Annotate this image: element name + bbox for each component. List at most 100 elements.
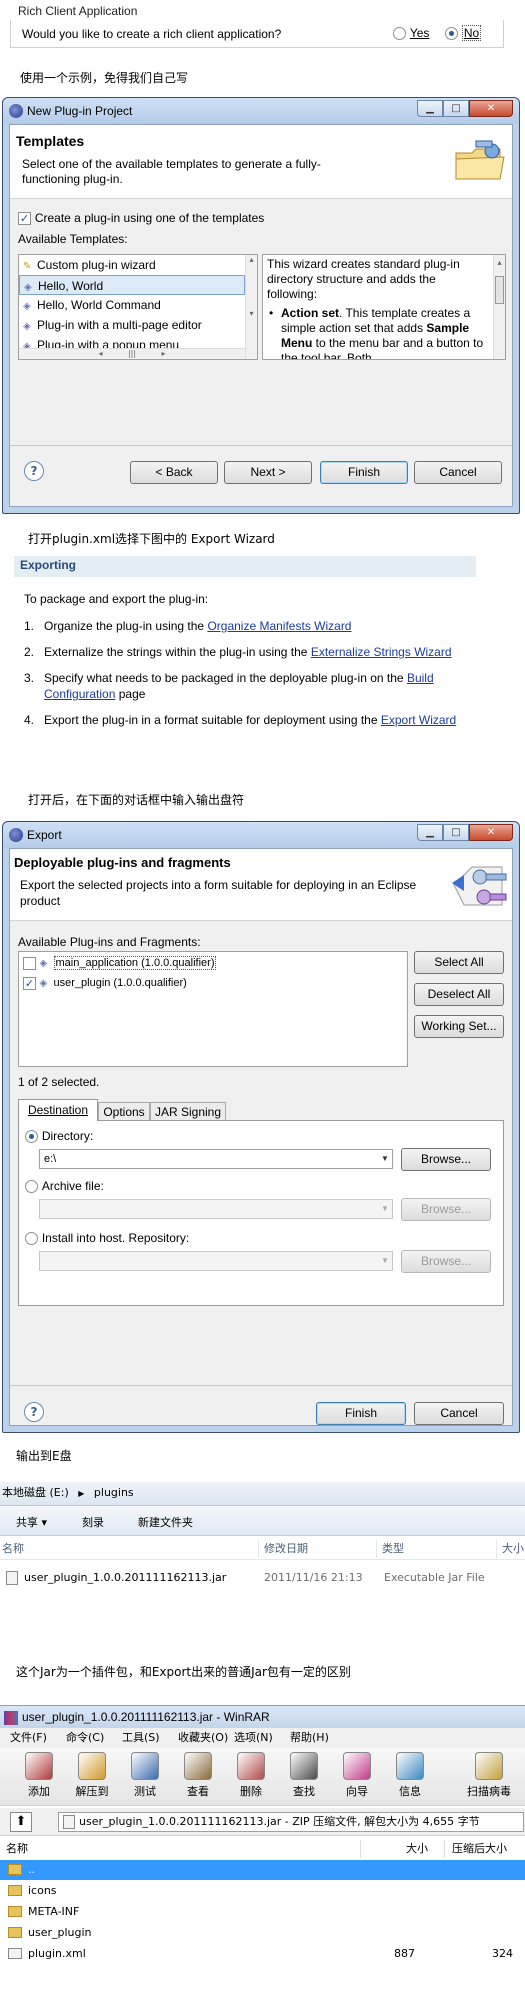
step-link[interactable]: Export Wizard <box>381 713 456 727</box>
install-radio[interactable]: Install into host. Repository: <box>25 1231 189 1245</box>
template-item[interactable]: ◈ Hello, World <box>19 275 245 295</box>
plugin-checkbox[interactable]: ✓ <box>23 976 36 990</box>
file-row[interactable]: user_plugin_1.0.0.201111162113.jar 2011/… <box>0 1568 525 1588</box>
col-size[interactable]: 大小 <box>406 1838 428 1860</box>
menu-item[interactable]: 帮助(H) <box>290 1728 329 1748</box>
directory-combo[interactable]: e:\ ▼ <box>39 1149 393 1169</box>
directory-browse-button[interactable]: Browse... <box>401 1148 491 1171</box>
help-icon[interactable]: ? <box>24 1402 44 1422</box>
zip-icon <box>63 1815 75 1829</box>
archive-browse-button[interactable]: Browse... <box>401 1198 491 1221</box>
table-row[interactable]: user_plugin <box>0 1923 525 1943</box>
deselect-all-button[interactable]: Deselect All <box>414 983 504 1006</box>
export-finish-button[interactable]: Finish <box>316 1402 406 1425</box>
view-icon <box>184 1752 212 1780</box>
toolbar-button[interactable]: 解压到 <box>67 1752 117 1802</box>
archive-combo[interactable]: ▼ <box>39 1199 393 1219</box>
exporting-step: 3. Specify what needs to be packaged in t… <box>24 671 434 701</box>
templates-vscroll[interactable]: ▴ ▾ <box>245 255 257 359</box>
table-row[interactable]: META-INF <box>0 1902 525 1922</box>
up-folder-button[interactable]: ⬆ <box>10 1812 32 1832</box>
select-all-button[interactable]: Select All <box>414 951 504 974</box>
winrar-column-headers: 名称 大小 压缩后大小 <box>0 1838 525 1860</box>
rcp-group: Rich Client Application Would you like t… <box>8 2 508 54</box>
plugin-checkbox[interactable] <box>23 956 36 970</box>
tab-destination[interactable]: Destination <box>18 1099 98 1121</box>
address-drive[interactable]: 本地磁盘 (E:) <box>2 1486 69 1499</box>
toolbar-button[interactable]: 信息 <box>385 1752 435 1802</box>
directory-radio[interactable]: Directory: <box>25 1129 93 1143</box>
menu-item[interactable]: 收藏夹(O) <box>178 1728 228 1748</box>
plugin-row[interactable]: ◈ main_application (1.0.0.qualifier) <box>23 956 217 970</box>
table-row[interactable]: plugin.xml 887 324 <box>0 1944 525 1964</box>
templates-list[interactable]: ✎ Custom plug-in wizard ◈ Hello, World ◈ Hell… <box>18 254 258 360</box>
export-titlebar: Export ▁ □ ✕ <box>3 822 519 848</box>
menu-item[interactable]: 工具(S) <box>122 1728 160 1748</box>
toolbar-button[interactable]: 查看 <box>173 1752 223 1802</box>
toolbar-button[interactable]: 添加 <box>14 1752 64 1802</box>
toolbar-button[interactable]: 向导 <box>332 1752 382 1802</box>
col-packed[interactable]: 压缩后大小 <box>452 1838 507 1860</box>
export-header: Deployable plug-ins and fragments Export… <box>10 849 512 921</box>
file-name: user_plugin_1.0.0.201111162113.jar <box>24 1571 227 1584</box>
description-vscroll[interactable]: ▴ <box>493 255 505 359</box>
step-link[interactable]: Externalize Strings Wizard <box>311 645 452 659</box>
address-folder[interactable]: plugins <box>94 1486 134 1499</box>
new-folder-button[interactable]: 新建文件夹 <box>138 1514 193 1530</box>
col-date[interactable]: 修改日期 <box>264 1538 308 1560</box>
plugin-icon: ◈ <box>23 321 31 332</box>
back-button[interactable]: < Back <box>130 461 218 484</box>
minimize-button[interactable]: ▁ <box>417 100 443 117</box>
close-button[interactable]: ✕ <box>469 824 513 841</box>
rcp-no-radio[interactable]: No <box>445 25 482 41</box>
share-button[interactable]: 共享 ▾ <box>16 1514 47 1530</box>
col-name[interactable]: 名称 <box>2 1538 24 1560</box>
plugin-row[interactable]: ✓ ◈ user_plugin (1.0.0.qualifier) <box>23 976 187 990</box>
archive-path-field[interactable]: user_plugin_1.0.0.201111162113.jar - ZIP… <box>58 1812 524 1832</box>
rcp-group-title: Rich Client Application <box>18 4 138 18</box>
toolbar-button[interactable]: 查找 <box>279 1752 329 1802</box>
create-plugin-checkbox[interactable]: ✓ Create a plug-in using one of the temp… <box>18 211 264 225</box>
tab-options[interactable]: Options <box>98 1102 150 1121</box>
menu-item[interactable]: 文件(F) <box>10 1728 47 1748</box>
working-set-button[interactable]: Working Set... <box>414 1015 504 1038</box>
step-link[interactable]: Organize Manifests Wizard <box>207 619 351 633</box>
table-row[interactable]: icons <box>0 1881 525 1901</box>
minimize-button[interactable]: ▁ <box>417 824 443 841</box>
repository-combo[interactable]: ▼ <box>39 1251 393 1271</box>
table-row[interactable]: .. <box>0 1860 525 1880</box>
col-size[interactable]: 大小 <box>502 1538 524 1560</box>
menu-item[interactable]: 命令(C) <box>66 1728 104 1748</box>
eclipse-icon <box>9 104 23 118</box>
tab-jar-signing[interactable]: JAR Signing <box>150 1102 226 1121</box>
winrar-toolbar: 添加 解压到 测试 查看 删除 查找 向导 信息 扫描病毒 <box>0 1748 525 1806</box>
next-button[interactable]: Next > <box>224 461 312 484</box>
col-type[interactable]: 类型 <box>382 1538 404 1560</box>
template-item[interactable]: ◈ Hello, World Command <box>19 295 257 315</box>
export-cancel-button[interactable]: Cancel <box>414 1402 504 1425</box>
archive-radio[interactable]: Archive file: <box>25 1179 104 1193</box>
template-item[interactable]: ✎ Custom plug-in wizard <box>19 255 257 275</box>
folder-icon <box>8 1885 22 1896</box>
cancel-button[interactable]: Cancel <box>414 461 502 484</box>
templates-hscroll[interactable]: ◂ ||| ▸ <box>19 348 245 359</box>
close-button[interactable]: ✕ <box>469 100 513 117</box>
col-name[interactable]: 名称 <box>6 1838 28 1860</box>
help-icon[interactable]: ? <box>24 461 44 481</box>
maximize-button[interactable]: □ <box>443 100 469 117</box>
finish-button[interactable]: Finish <box>320 461 408 484</box>
plugins-list[interactable]: ◈ main_application (1.0.0.qualifier) ✓ ◈ u… <box>18 951 408 1067</box>
plugin-export-icon <box>450 855 512 915</box>
toolbar-button[interactable]: 删除 <box>226 1752 276 1802</box>
explorer-address-bar[interactable]: 本地磁盘 (E:) ▶ plugins <box>0 1482 525 1506</box>
maximize-button[interactable]: □ <box>443 824 469 841</box>
description-bullet: • Action set. This template creates a sim… <box>269 306 484 360</box>
toolbar-button[interactable]: 测试 <box>120 1752 170 1802</box>
repository-browse-button[interactable]: Browse... <box>401 1250 491 1273</box>
template-item[interactable]: ◈ Plug-in with a multi-page editor <box>19 315 257 335</box>
toolbar-button[interactable]: 扫描病毒 <box>464 1752 514 1802</box>
test-icon <box>131 1752 159 1780</box>
rcp-yes-radio[interactable]: Yes <box>393 26 429 40</box>
burn-button[interactable]: 刻录 <box>82 1514 104 1530</box>
menu-item[interactable]: 选项(N) <box>234 1728 273 1748</box>
